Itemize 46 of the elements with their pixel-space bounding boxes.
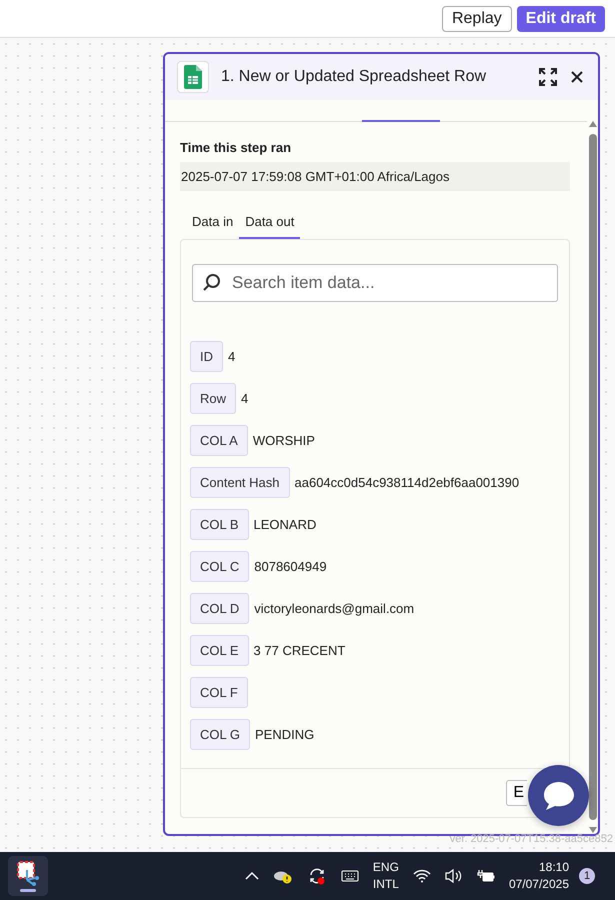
language-code[interactable]: ENG bbox=[372, 859, 399, 876]
field-key: COL A bbox=[190, 425, 248, 456]
field-value: WORSHIP bbox=[252, 433, 315, 448]
scroll-down-icon[interactable] bbox=[588, 826, 598, 834]
field-value: 4 bbox=[228, 349, 236, 364]
search-field[interactable]: Search item data... bbox=[192, 264, 558, 302]
panel-title: 1. New or Updated Spreadsheet Row bbox=[221, 68, 488, 86]
field-key: COL D bbox=[190, 593, 250, 624]
close-icon[interactable] bbox=[570, 70, 584, 84]
replay-button[interactable]: Replay bbox=[442, 6, 512, 32]
field-value: 3 77 CRECENT bbox=[254, 643, 346, 658]
battery-charging-icon[interactable] bbox=[476, 869, 495, 883]
spreadsheet-icon bbox=[177, 61, 209, 93]
field-key: COL E bbox=[190, 635, 249, 666]
version-text: ver. 2025-07-07T15:38-aa5ce852 bbox=[450, 833, 613, 845]
field-value: aa604cc0d54c938114d2ebf6aa001390 bbox=[294, 475, 520, 490]
tab[interactable]: Data in bbox=[186, 209, 240, 239]
speaker-icon[interactable] bbox=[444, 868, 463, 884]
chevron-up-icon[interactable] bbox=[244, 871, 259, 881]
field-value: 4 bbox=[241, 391, 248, 406]
notification-badge[interactable]: 1 bbox=[579, 868, 595, 884]
time-value: 2025-07-07 17:59:08 GMT+01:00 Africa/Lagos bbox=[180, 162, 570, 191]
field-value: LEONARD bbox=[254, 517, 316, 532]
field-key: COL B bbox=[190, 509, 249, 540]
field-key: COL C bbox=[190, 551, 250, 582]
field-key: COL G bbox=[190, 719, 250, 750]
field-value: 8078604949 bbox=[254, 559, 327, 574]
edit-draft-button[interactable]: Edit draft bbox=[516, 6, 605, 32]
field-key: Content Hash bbox=[190, 467, 290, 498]
snipping-tool-icon[interactable] bbox=[8, 856, 48, 896]
field-key: ID bbox=[190, 341, 223, 372]
wifi-icon[interactable] bbox=[412, 869, 431, 883]
field-value: PENDING bbox=[254, 727, 314, 742]
expand-icon[interactable] bbox=[538, 67, 558, 87]
field-key: Row bbox=[190, 383, 236, 414]
clock-time[interactable]: 18:10 bbox=[538, 859, 569, 876]
keyboard-icon[interactable] bbox=[340, 870, 359, 882]
search-icon bbox=[202, 273, 222, 293]
footer-button[interactable]: E bbox=[506, 780, 527, 806]
field-key: COL F bbox=[190, 677, 248, 708]
clock-date[interactable]: 07/07/2025 bbox=[508, 876, 569, 893]
keyboard-layout[interactable]: INTL bbox=[372, 876, 399, 893]
scroll-up-icon[interactable] bbox=[588, 120, 598, 128]
field-value: victoryleonards@gmail.com bbox=[254, 601, 414, 616]
time-label: Time this step ran bbox=[180, 140, 292, 155]
chat-bubble-icon bbox=[542, 780, 576, 812]
